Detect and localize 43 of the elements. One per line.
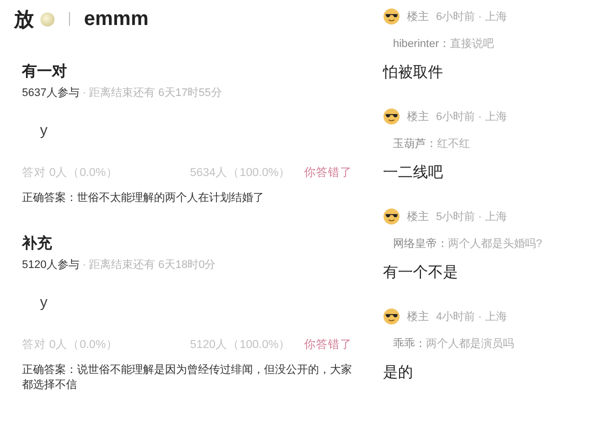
quoted-user: 乖乖： — [393, 337, 426, 351]
answer-text: 正确答案：世俗不太能理解的两个人在计划结婚了 — [22, 191, 265, 206]
author-name: 楼主 — [407, 210, 429, 224]
comment-time: 5小时前 · 上海 — [436, 210, 507, 224]
comment-time: 6小时前 · 上海 — [436, 110, 507, 124]
poll-title: 补充 — [22, 234, 52, 254]
poll-option: y — [40, 294, 48, 311]
quoted-text: 两个人都是演员吗 — [426, 336, 514, 351]
quoted-text: 两个人都是头婚吗? — [448, 237, 542, 251]
verdict-label: 你答错了 — [304, 338, 352, 353]
comment-time: 6小时前 · 上海 — [436, 10, 507, 24]
avatar-icon — [383, 8, 400, 25]
wrong-stat: 5634人（100.0%） — [190, 166, 292, 181]
reply-text: 有一个不是 — [383, 263, 458, 282]
quoted-user: hiberinter： — [393, 37, 450, 51]
poll-option: y — [40, 122, 48, 139]
reply-text: 是的 — [383, 363, 413, 382]
poll-title: 有一对 — [22, 62, 67, 82]
moon-icon — [40, 12, 55, 26]
participant-count: 5120人参与 — [22, 258, 80, 272]
verdict-label: 你答错了 — [304, 166, 352, 181]
participant-count: 5637人参与 — [22, 86, 80, 100]
topic-title: emmm — [84, 8, 148, 30]
author-name: 楼主 — [407, 310, 429, 324]
comment-time: 4小时前 · 上海 — [436, 310, 507, 324]
correct-stat: 答对 0人（0.0%） — [22, 338, 119, 353]
quoted-user: 玉葫芦： — [393, 136, 437, 151]
quoted-text: 直接说吧 — [450, 36, 494, 51]
quoted-user: 网络皇帝： — [393, 236, 448, 251]
author-name: 楼主 — [407, 110, 429, 124]
forum-title: 放 — [14, 8, 34, 32]
deadline-text: · 距离结束还有 6天17时55分 — [82, 86, 222, 100]
author-name: 楼主 — [407, 10, 429, 24]
answer-text: 正确答案：说世俗不能理解是因为曾经传过绯闻，但没公开的，大家都选择不信 — [22, 363, 352, 393]
wrong-stat: 5120人（100.0%） — [190, 338, 292, 353]
deadline-text: · 距离结束还有 6天18时0分 — [82, 258, 216, 272]
avatar-icon — [383, 208, 400, 225]
avatar-icon — [383, 308, 400, 325]
reply-text: 怕被取件 — [383, 63, 443, 82]
avatar-icon — [383, 108, 400, 125]
correct-stat: 答对 0人（0.0%） — [22, 166, 119, 181]
quoted-text: 红不红 — [437, 137, 470, 151]
reply-text: 一二线吧 — [383, 163, 443, 182]
